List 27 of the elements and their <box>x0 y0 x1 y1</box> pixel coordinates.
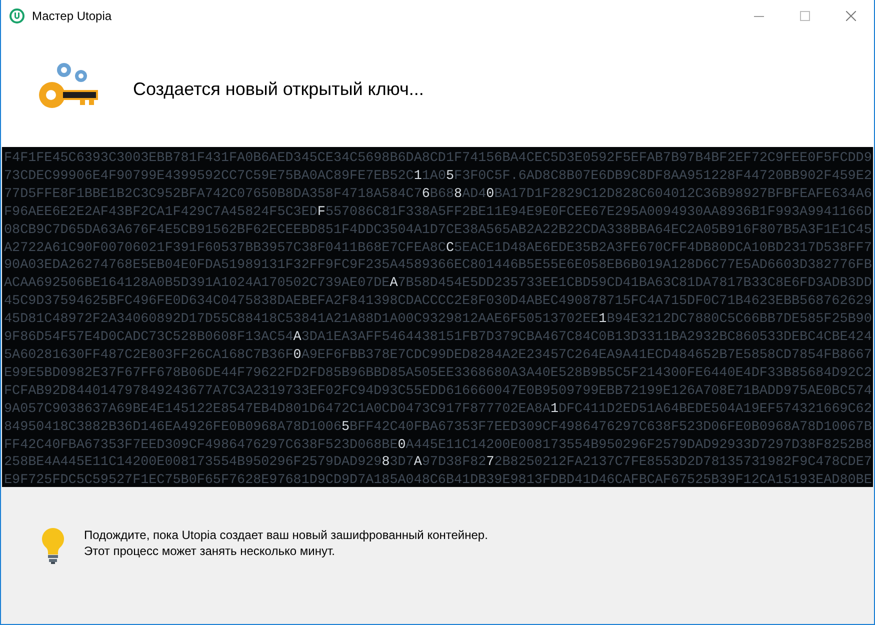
hex-line: 08CB9C7D65DA63A676F4E5CB91562BF62ECEEBD851F4DDC3504A1D7CE38A565AB2A22B22CDA338BBA64EC2A05B916F807B5A3F1E1C45 <box>4 222 872 240</box>
maximize-icon <box>800 11 810 21</box>
hex-line: 90A03EDA26274768E5EB04E0FDA51989131F32FF9FC9F235A4589366EC801446B5E55E6E058EB6B019A128D6C77E5AD6603D382776FB <box>4 257 872 276</box>
close-icon <box>846 11 856 21</box>
hex-line: E99E5BD0982E37F67FF678B06DE44F79622FD2FD85B96BBD85A505EE3368680A3A40E528B9B5C5F214300FE6440E4DF33B85684D92C2 <box>4 364 872 383</box>
hex-line: 5A60281630FF487C2E803FF26CA168C7B36F0A9EF6FBB378E7CDC99DED8284A2E23457C264EA9A41ECD484652B7E5858CD7854FB8667 <box>4 346 872 365</box>
hex-line: F96AEE6E2E2AF43BF2CA1F429C7A45824F5C3EDF557086C81F338A5FF2BE11E94E9E0FCEE67E295A0094930AA8936B1F993A9941166D <box>4 204 872 222</box>
info-text: Подождите, пока Utopia создает ваш новый зашифрованный контейнер. <box>84 527 488 543</box>
hex-line: F4F1FE45C6393C3003EBB781F431FA0B6AED345CE34C5698B6DA8CD1F74156BA4CEC5D3E0592F5EFAB7B97B4BF2EF72C9FEE0F5FCDD9 <box>4 150 872 168</box>
hex-line: 45C9D37594625BFC496FE0D634C0475838DAEBEFA2F841398CDACCCC2E8F030D4ABEC490878715FC4A715DF0C71B4623EBB568762629 <box>4 293 872 312</box>
hex-line: A2722A61C90F00706021F391F60537BB3957C38F0411B68E7CFEA8CC5EACE1D48AE6EDE35B2A3FE670CFF4DB80DCA10BD2317D538FF7 <box>4 240 872 258</box>
app-logo-icon <box>9 8 25 24</box>
window-title: Мастер Utopia <box>32 9 113 23</box>
hex-line: 258BE4A445E11C14200E008173554B950296F2579DAD92983D7A97D38F8272B8250212FA2137C7FE8553D2D78135731982F9C478CDE7 <box>4 454 872 472</box>
hex-line: 77D5FFE8F1BBE1B2C3C952BFA742C07650B8DA358F4718A584C76B688AD40BA17D1F2829C12D828C604012C36B98927BFBFEAFE634A6 <box>4 186 872 204</box>
heading: Создается новый открытый ключ... <box>133 79 424 100</box>
info-text: Этот процесс может занять несколько минут. <box>84 543 336 559</box>
hex-line: FCFAB92D844014797849243677A7C3A2319733EF02FC94D93C55EDD616660047E0B9509799EBB72199E126A708E71BADD975AE0BC574 <box>4 382 872 401</box>
hex-line: 9F86D54F57E4D0CADC73C528B0608F13AC54A3DA1EA3AFF5464438151FB7D379CBA467C84C0B13D3311BA2932BC860533DEBC4CBE424 <box>4 329 872 347</box>
light-bulb-icon <box>40 527 66 565</box>
hex-line: FF42C40FBA67353F7EED309CF4986476297C638F523D068BE0A445E11C14200E008173554B950296F2579DAD92933D7297D38F8252B8 <box>4 436 872 454</box>
hex-line: 73CDEC99906E4F90799E4399592CC7C59E75BA0AC89FE7EB52C11A05F3F0C5F.6AD8C8B07E6DB9C8DF8AA951228F44720BB902F459E2 <box>4 168 872 186</box>
hex-line: 45D81C48972F2A34060892D17D55C88418C53841A21A88D1A00C9329812AAE6F50513702EE1B94E3212DC7880C5C66BB7DE585F25B90 <box>4 311 872 330</box>
hex-line: 84950418C3882B36D146EA4926FE0B0968A78D10065BFF42C40FBA67353F7EED309CF4986476297C638F523D06FE0B0968A78D10067B <box>4 418 872 436</box>
hex-line: 9A057C9038637A69BE4E145122E8547EB4D801D6472C1A0CD0473C917F877702EA8A1DFC411D2ED51A64BEDE504A19EF574321669C62 <box>4 400 872 419</box>
hex-line: ACAA692506BE164128A0B5D391A1024A170502C739AE07DEA7B58D454E5DD235733EE1CBD59CD41BA63C81DA7817B33C8E6FD3ADB3DD <box>4 275 872 294</box>
hex-line: E9F725FDC5C59527F1EC75B0F65F7628E97681D9CD9D7A185A048C6B41DB39E9813FDBD41D46CAFBCAF67525B39F12CA15193EAD80BE <box>4 472 872 490</box>
